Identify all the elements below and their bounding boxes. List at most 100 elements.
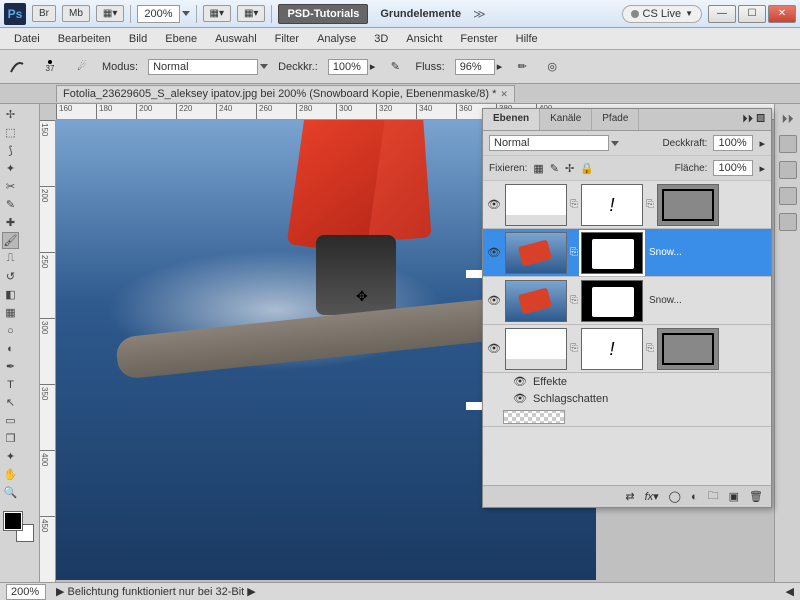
flow-field[interactable]: 96%▸ <box>455 59 503 75</box>
3d-camera-tool[interactable]: ✦ <box>2 448 19 465</box>
lock-transparency-icon[interactable]: ▦ <box>533 162 543 175</box>
blend-mode-combo[interactable]: Normal <box>148 59 268 75</box>
heal-tool[interactable]: ✚ <box>2 214 19 231</box>
extra-thumb[interactable] <box>657 328 719 370</box>
workspace-more-icon[interactable]: ≫ <box>473 7 486 21</box>
arrange-button[interactable]: ▦▾ <box>237 5 265 22</box>
mask-thumb[interactable] <box>581 280 643 322</box>
cslive-button[interactable]: CS Live▼ <box>622 5 702 23</box>
layer-blend-combo[interactable]: Normal <box>489 135 619 151</box>
maximize-button[interactable]: ☐ <box>738 5 766 23</box>
eraser-tool[interactable]: ◧ <box>2 286 19 303</box>
menu-bild[interactable]: Bild <box>121 30 155 48</box>
new-layer-icon[interactable]: ▣ <box>729 490 739 503</box>
fx-icon[interactable]: fx▾ <box>645 490 659 503</box>
3d-tool[interactable]: ❒ <box>2 430 19 447</box>
blur-tool[interactable]: ○ <box>2 322 19 339</box>
menu-datei[interactable]: Datei <box>6 30 48 48</box>
screen-mode-button[interactable]: ▦▾ <box>96 5 124 22</box>
zoom-combo[interactable]: 200% <box>137 5 189 23</box>
adjustments-panel-icon[interactable] <box>779 187 797 205</box>
lock-pixels-icon[interactable]: ✎ <box>550 162 559 175</box>
stamp-tool[interactable]: ⎍ <box>2 250 19 267</box>
path-select-tool[interactable]: ↖ <box>2 394 19 411</box>
menu-ansicht[interactable]: Ansicht <box>398 30 450 48</box>
airbrush-icon[interactable]: ✏ <box>512 57 532 77</box>
layer-thumb[interactable] <box>505 328 567 370</box>
close-tab-icon[interactable]: ✕ <box>500 89 508 100</box>
bridge-button[interactable]: Br <box>32 5 56 22</box>
panel-menu-icon[interactable]: ⏵⏵ ▤ <box>736 109 771 130</box>
minimize-button[interactable]: — <box>708 5 736 23</box>
layer-row-selected[interactable]: 👁 ⎘ Snow... <box>483 229 771 277</box>
tablet-opacity-icon[interactable]: ✎ <box>385 57 405 77</box>
menu-fenster[interactable]: Fenster <box>452 30 505 48</box>
brush-tool[interactable]: 🖌 <box>2 232 19 249</box>
minibridge-button[interactable]: Mb <box>62 5 90 22</box>
mask-thumb[interactable] <box>581 184 643 226</box>
menu-auswahl[interactable]: Auswahl <box>207 30 265 48</box>
visibility-toggle[interactable]: 👁 <box>485 246 503 259</box>
wand-tool[interactable]: ✦ <box>2 160 19 177</box>
opacity-field[interactable]: 100%▸ <box>328 59 376 75</box>
zoom-tool[interactable]: 🔍 <box>2 484 19 501</box>
link-layers-icon[interactable]: ⇄ <box>625 490 634 503</box>
visibility-toggle[interactable]: 👁 <box>485 198 503 211</box>
tool-preset-icon[interactable] <box>8 57 28 77</box>
type-tool[interactable]: T <box>2 376 19 393</box>
ruler-vertical[interactable]: 150200250300350400450 <box>40 120 56 582</box>
menu-hilfe[interactable]: Hilfe <box>508 30 546 48</box>
gradient-tool[interactable]: ▦ <box>2 304 19 321</box>
mask-icon[interactable]: ◯ <box>669 490 681 503</box>
hand-tool[interactable]: ✋ <box>2 466 19 483</box>
lock-all-icon[interactable]: 🔒 <box>580 162 594 175</box>
layer-row[interactable]: 👁 ⎘ Snow... <box>483 277 771 325</box>
delete-layer-icon[interactable]: 🗑 <box>749 490 763 503</box>
layer-row[interactable]: 👁 ⎘ ⎘ <box>483 325 771 373</box>
foreground-color[interactable] <box>4 512 22 530</box>
crop-tool[interactable]: ✂ <box>2 178 19 195</box>
history-brush-tool[interactable]: ↺ <box>2 268 19 285</box>
mask-thumb[interactable] <box>581 328 643 370</box>
layer-name[interactable]: Snow... <box>645 247 769 258</box>
lasso-tool[interactable]: ⟆ <box>2 142 19 159</box>
move-tool[interactable]: ✢ <box>2 106 19 123</box>
brush-preset-picker[interactable]: 37 <box>38 55 62 79</box>
scroll-left-icon[interactable]: ◀ <box>786 585 794 598</box>
close-button[interactable]: ✕ <box>768 5 796 23</box>
pen-tool[interactable]: ✒ <box>2 358 19 375</box>
menu-3d[interactable]: 3D <box>366 30 396 48</box>
tab-ebenen[interactable]: Ebenen <box>483 109 540 130</box>
tab-kanaele[interactable]: Kanäle <box>540 109 592 130</box>
workspace-grundelemente[interactable]: Grundelemente <box>374 8 467 20</box>
tab-pfade[interactable]: Pfade <box>592 109 639 130</box>
deckkraft-field[interactable]: 100% <box>713 135 753 151</box>
zoom-status[interactable]: 200% <box>6 584 46 600</box>
adjustment-icon[interactable]: ◐ <box>691 491 698 503</box>
extra-thumb[interactable] <box>657 184 719 226</box>
visibility-toggle[interactable]: 👁 <box>485 342 503 355</box>
eyedropper-tool[interactable]: ✎ <box>2 196 19 213</box>
color-swatches[interactable] <box>4 512 34 542</box>
menu-bearbeiten[interactable]: Bearbeiten <box>50 30 119 48</box>
menu-analyse[interactable]: Analyse <box>309 30 364 48</box>
layer-effect-dropshadow[interactable]: 👁Schlagschatten <box>483 390 771 407</box>
marquee-tool[interactable]: ⬚ <box>2 124 19 141</box>
flaeche-field[interactable]: 100% <box>713 160 753 176</box>
brush-panel-toggle[interactable]: ☄ <box>72 57 92 77</box>
layer-row[interactable] <box>483 407 771 427</box>
masks-panel-icon[interactable] <box>779 213 797 231</box>
menu-filter[interactable]: Filter <box>267 30 307 48</box>
workspace-psdtutorials[interactable]: PSD-Tutorials <box>278 4 368 24</box>
layer-thumb[interactable] <box>505 280 567 322</box>
dodge-tool[interactable]: ◐ <box>2 340 19 357</box>
layer-thumb[interactable] <box>505 232 567 274</box>
extras-button[interactable]: ▦▾ <box>203 5 231 22</box>
color-panel-icon[interactable] <box>779 135 797 153</box>
lock-position-icon[interactable]: ✢ <box>565 162 574 175</box>
layer-thumb[interactable] <box>505 184 567 226</box>
tablet-size-icon[interactable]: ◎ <box>542 57 562 77</box>
expand-dock-icon[interactable]: ⏵⏵ <box>781 112 793 127</box>
layer-row[interactable]: 👁 ⎘ ⎘ <box>483 181 771 229</box>
shape-tool[interactable]: ▭ <box>2 412 19 429</box>
